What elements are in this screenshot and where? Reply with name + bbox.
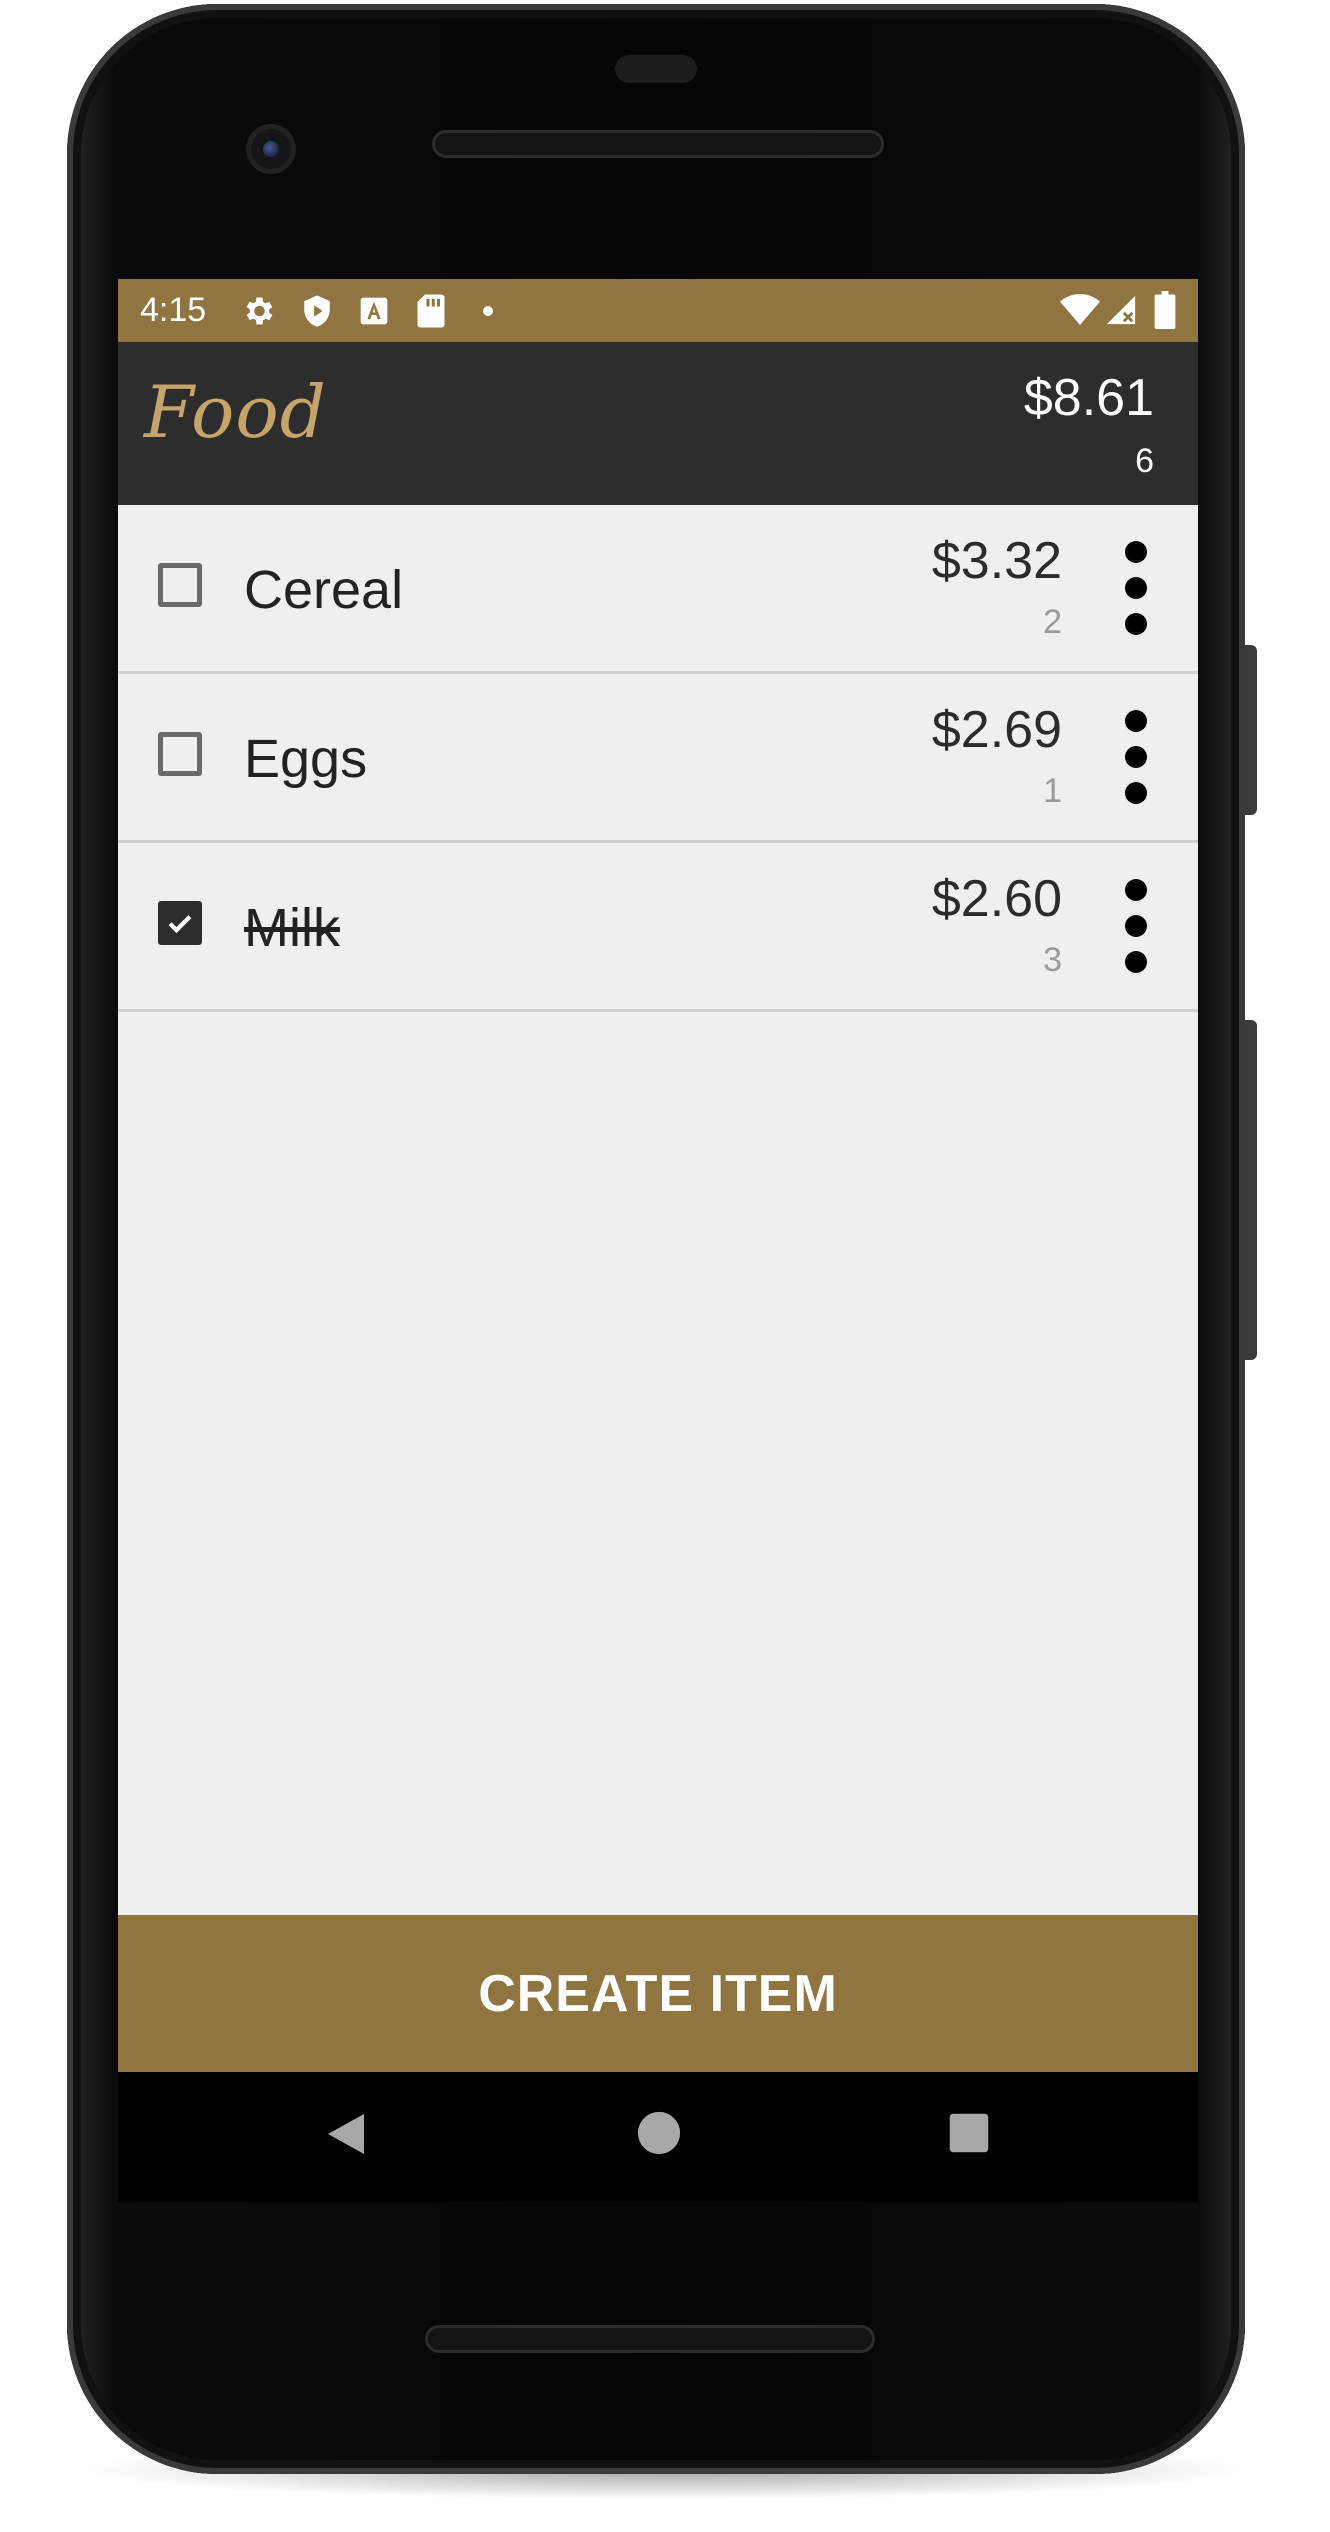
item-price: $2.60 <box>931 870 1062 928</box>
sd-card-icon <box>417 294 445 328</box>
more-vert-icon[interactable] <box>1120 541 1152 635</box>
item-quantity: 2 <box>1043 603 1062 641</box>
status-bar: 4:15 <box>118 279 1198 342</box>
list-item[interactable]: Cereal $3.32 2 <box>118 505 1198 674</box>
item-list: Cereal $3.32 2 Eggs $2.69 1 Milk $2.60 3 <box>118 505 1198 1012</box>
item-quantity: 1 <box>1043 772 1062 810</box>
shield-icon <box>304 295 330 327</box>
recents-icon[interactable] <box>948 2112 990 2154</box>
signal-icon <box>1106 295 1136 325</box>
wifi-icon <box>1060 294 1100 325</box>
gear-icon <box>246 297 273 325</box>
item-price: $3.32 <box>931 532 1062 590</box>
item-quantity: 3 <box>1043 941 1062 979</box>
volume-button <box>1243 1020 1257 1360</box>
top-speaker <box>432 130 884 158</box>
dot-icon <box>483 306 493 316</box>
more-vert-icon[interactable] <box>1120 879 1152 973</box>
power-button <box>1243 645 1257 815</box>
more-vert-icon[interactable] <box>1120 710 1152 804</box>
font-a-icon <box>360 297 388 325</box>
status-time: 4:15 <box>140 291 207 329</box>
item-checkbox[interactable] <box>158 732 202 776</box>
home-icon[interactable] <box>636 2110 682 2156</box>
item-checkbox-checked[interactable] <box>158 901 202 945</box>
total-price: $8.61 <box>1023 369 1154 427</box>
bottom-speaker <box>425 2325 875 2353</box>
battery-icon <box>1154 291 1176 329</box>
list-item[interactable]: Eggs $2.69 1 <box>118 674 1198 843</box>
app-bar: Food $8.61 6 <box>118 342 1198 505</box>
item-name: Cereal <box>244 560 404 620</box>
list-item[interactable]: Milk $2.60 3 <box>118 843 1198 1012</box>
item-name: Milk <box>244 898 340 958</box>
item-checkbox[interactable] <box>158 563 202 607</box>
navigation-bar <box>118 2072 1198 2202</box>
sensor-slot <box>615 55 697 83</box>
item-name: Eggs <box>244 729 368 789</box>
create-item-button[interactable]: CREATE ITEM <box>118 1915 1198 2072</box>
screen: 4:15 Food $8.61 6 Cereal $3.32 2 Eggs $2… <box>118 279 1198 2072</box>
item-price: $2.69 <box>931 701 1062 759</box>
total-count: 6 <box>1135 442 1154 480</box>
back-icon[interactable] <box>324 2110 368 2158</box>
list-title: Food <box>144 370 327 454</box>
front-camera <box>246 124 296 174</box>
check-icon <box>168 915 192 934</box>
